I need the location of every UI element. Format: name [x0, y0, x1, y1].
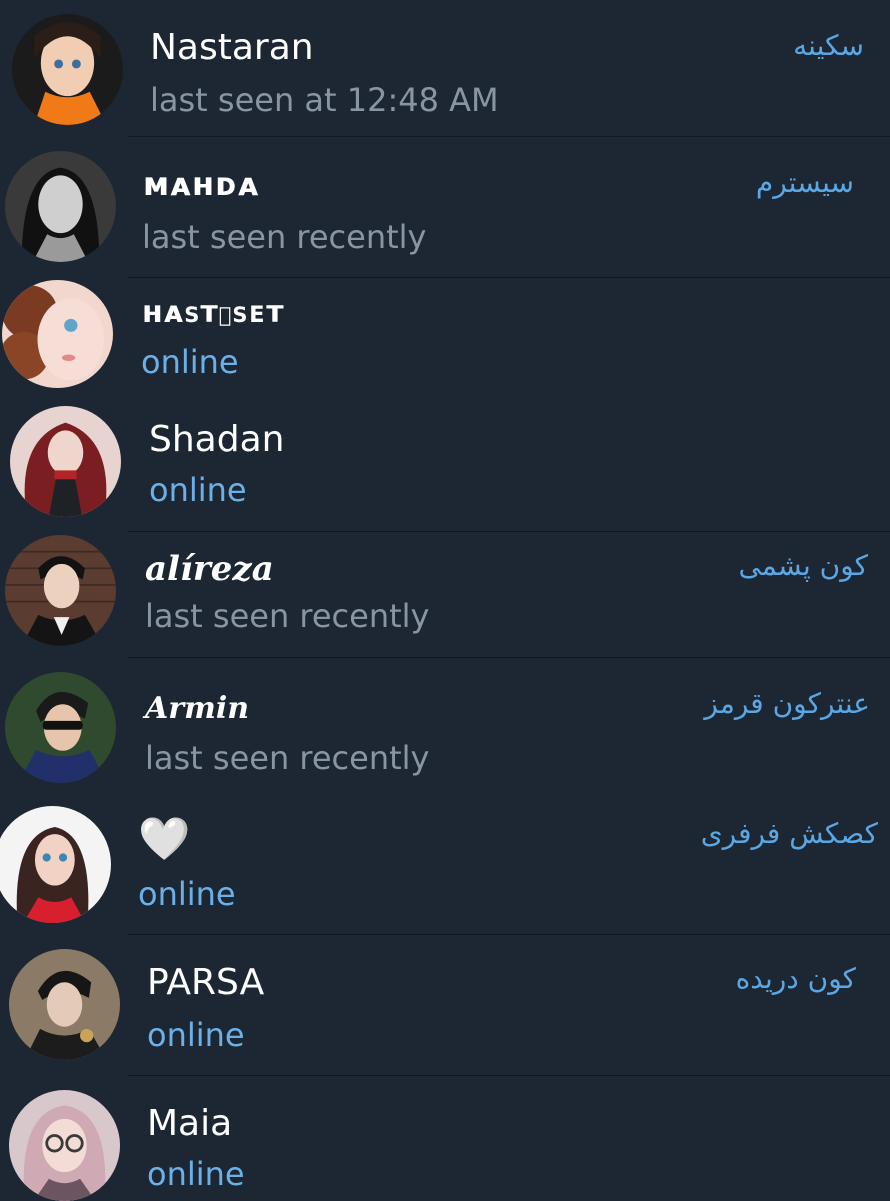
contact-row[interactable]: Shadan online: [0, 392, 890, 532]
contact-name: ᴍᴀʜᴅᴀ: [143, 165, 260, 203]
contact-status: last seen recently: [145, 597, 430, 635]
avatar: [9, 949, 120, 1060]
contact-row[interactable]: Nastaran last seen at 12:48 AM سکینه: [0, 0, 890, 137]
contact-status: last seen at 12:48 AM: [150, 81, 499, 119]
avatar: [10, 406, 121, 517]
contact-name: alíreza: [145, 549, 274, 589]
avatar: [5, 535, 116, 646]
contact-status: online: [138, 875, 236, 913]
contact-status: online: [141, 343, 239, 381]
contact-name: ʜᴀsᴛɪsᴇᴛ: [142, 295, 285, 330]
contact-nickname: کون دریده: [735, 962, 856, 995]
contact-row[interactable]: alíreza last seen recently کون پشمی: [0, 532, 890, 658]
avatar: [12, 14, 123, 125]
contact-name: Nastaran: [150, 27, 314, 68]
contact-nickname: کون پشمی: [738, 549, 868, 582]
contact-status: last seen recently: [142, 218, 427, 256]
contact-row[interactable]: ᴍᴀʜᴅᴀ last seen recently سیسترم: [0, 137, 890, 278]
contact-name: Maia: [147, 1103, 233, 1144]
avatar: [0, 806, 111, 923]
avatar: [5, 672, 116, 783]
contact-status: last seen recently: [145, 739, 430, 777]
contact-row[interactable]: ʜᴀsᴛɪsᴇᴛ online: [0, 278, 890, 392]
contact-row[interactable]: 🤍 online کصکش فرفری: [0, 798, 890, 935]
contact-status: online: [147, 1016, 245, 1054]
contacts-list: Nastaran last seen at 12:48 AM سکینه ᴍᴀʜ…: [0, 0, 890, 1201]
contact-name: PARSA: [147, 962, 265, 1003]
contact-row[interactable]: PARSA online کون دریده: [0, 935, 890, 1076]
avatar: [5, 151, 116, 262]
contact-row[interactable]: Maia online: [0, 1076, 890, 1201]
avatar: [9, 1090, 120, 1201]
contact-nickname: کصکش فرفری: [700, 817, 878, 850]
contact-status: online: [147, 1155, 245, 1193]
contact-nickname: عنترکون قرمز: [704, 687, 870, 720]
contact-nickname: سیسترم: [755, 166, 854, 199]
contact-name: Armin: [145, 691, 250, 726]
contact-row[interactable]: Armin last seen recently عنترکون قرمز: [0, 658, 890, 798]
contact-status: online: [149, 471, 247, 509]
avatar: [2, 280, 113, 388]
contact-name: 🤍: [138, 814, 191, 863]
contact-nickname: سکینه: [793, 29, 864, 62]
contact-name: Shadan: [149, 419, 285, 460]
